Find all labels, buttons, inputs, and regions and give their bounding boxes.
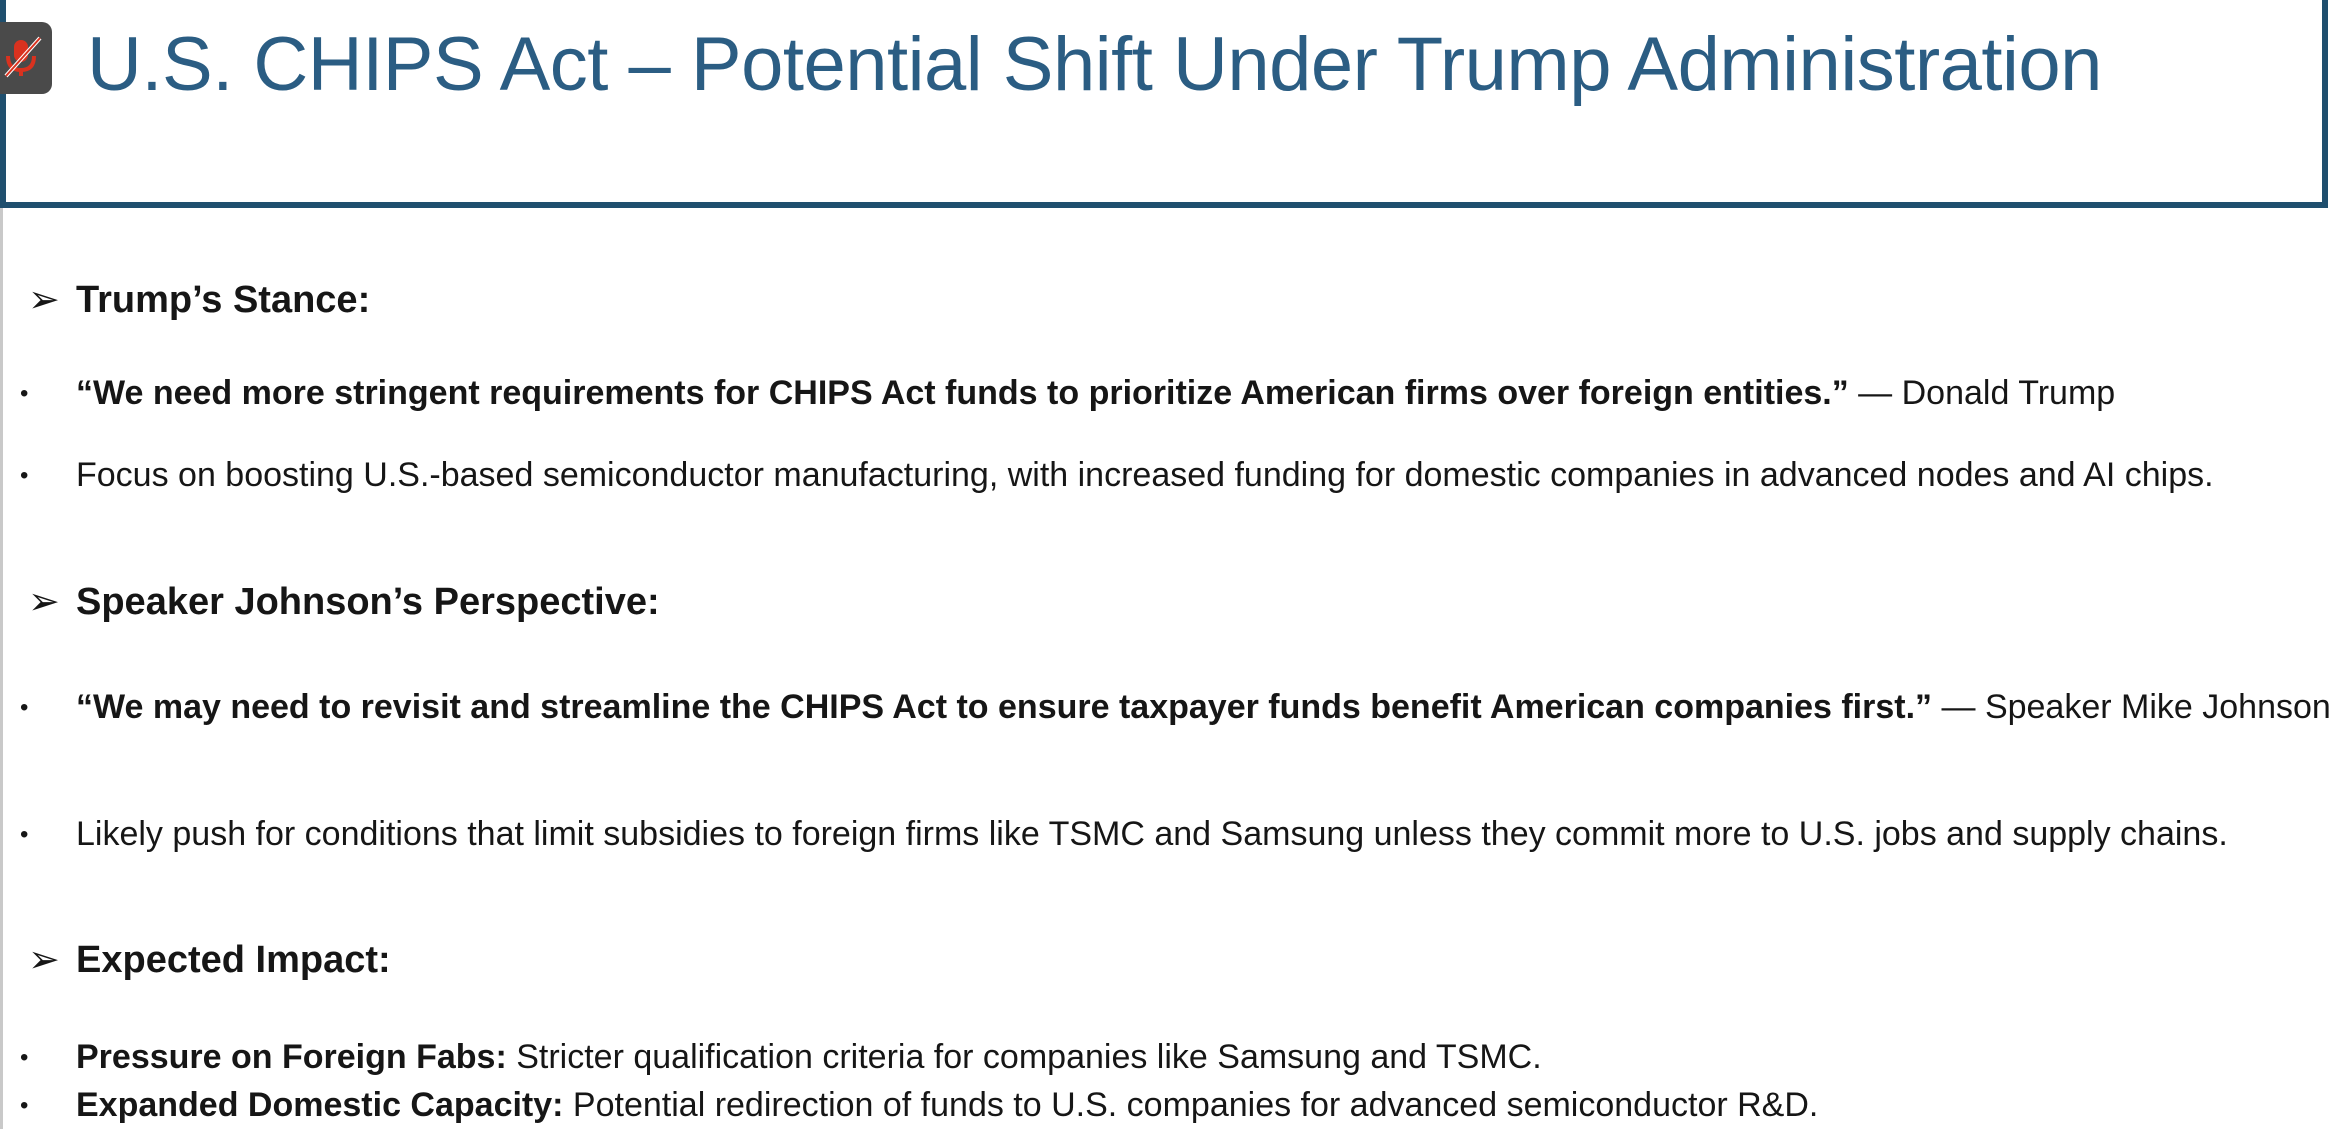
bullet-dot-icon: •	[20, 380, 29, 407]
bullet-text: “We need more stringent requirements for…	[76, 369, 2336, 418]
section-heading-johnson-perspective: ➢ Speaker Johnson’s Perspective:	[28, 577, 660, 627]
slide-title: U.S. CHIPS Act – Potential Shift Under T…	[87, 22, 2102, 107]
bullet-text: Pressure on Foreign Fabs: Stricter quali…	[76, 1033, 2336, 1082]
bullet-bold-text: “We need more stringent requirements for…	[76, 374, 1849, 412]
bullet-dot-icon: •	[20, 1044, 29, 1071]
slide-left-border	[0, 208, 3, 1129]
mic-status-badge[interactable]	[0, 22, 52, 94]
bullet-bold-text: Expanded Domestic Capacity:	[76, 1086, 564, 1124]
bullet-text: Focus on boosting U.S.-based semiconduct…	[76, 456, 2214, 494]
bullet-text: “We may need to revisit and streamline t…	[76, 683, 2336, 732]
bullet-bold-text: Pressure on Foreign Fabs:	[76, 1038, 507, 1076]
bullet-rest-text: — Donald Trump	[1848, 374, 2116, 412]
section-heading-expected-impact: ➢ Expected Impact:	[28, 935, 391, 985]
arrow-bullet-icon: ➢	[28, 581, 60, 623]
bullet-dot-icon: •	[20, 821, 29, 848]
bullet-dot-icon: •	[20, 694, 29, 721]
section-heading-trump-stance: ➢ Trump’s Stance:	[28, 275, 370, 325]
section-heading-text: Expected Impact:	[76, 939, 391, 981]
section-heading-text: Trump’s Stance:	[76, 279, 371, 321]
bullet-text: Expanded Domestic Capacity: Potential re…	[76, 1081, 2336, 1130]
bullet-bold-text: “We may need to revisit and streamline t…	[76, 688, 1933, 726]
slide: U.S. CHIPS Act – Potential Shift Under T…	[0, 0, 2340, 1129]
mic-muted-icon	[4, 36, 42, 78]
bullet-rest-text: Stricter qualification criteria for comp…	[506, 1038, 1542, 1076]
bullet-rest-text: Potential redirection of funds to U.S. c…	[563, 1086, 1819, 1124]
arrow-bullet-icon: ➢	[28, 279, 60, 321]
bullet-rest-text: — Speaker Mike Johnson	[1932, 688, 2331, 726]
bullet-text: Likely push for conditions that limit su…	[76, 815, 2228, 853]
section-heading-text: Speaker Johnson’s Perspective:	[76, 581, 660, 623]
arrow-bullet-icon: ➢	[28, 939, 60, 981]
bullet-dot-icon: •	[20, 1092, 29, 1119]
bullet-dot-icon: •	[20, 462, 29, 489]
